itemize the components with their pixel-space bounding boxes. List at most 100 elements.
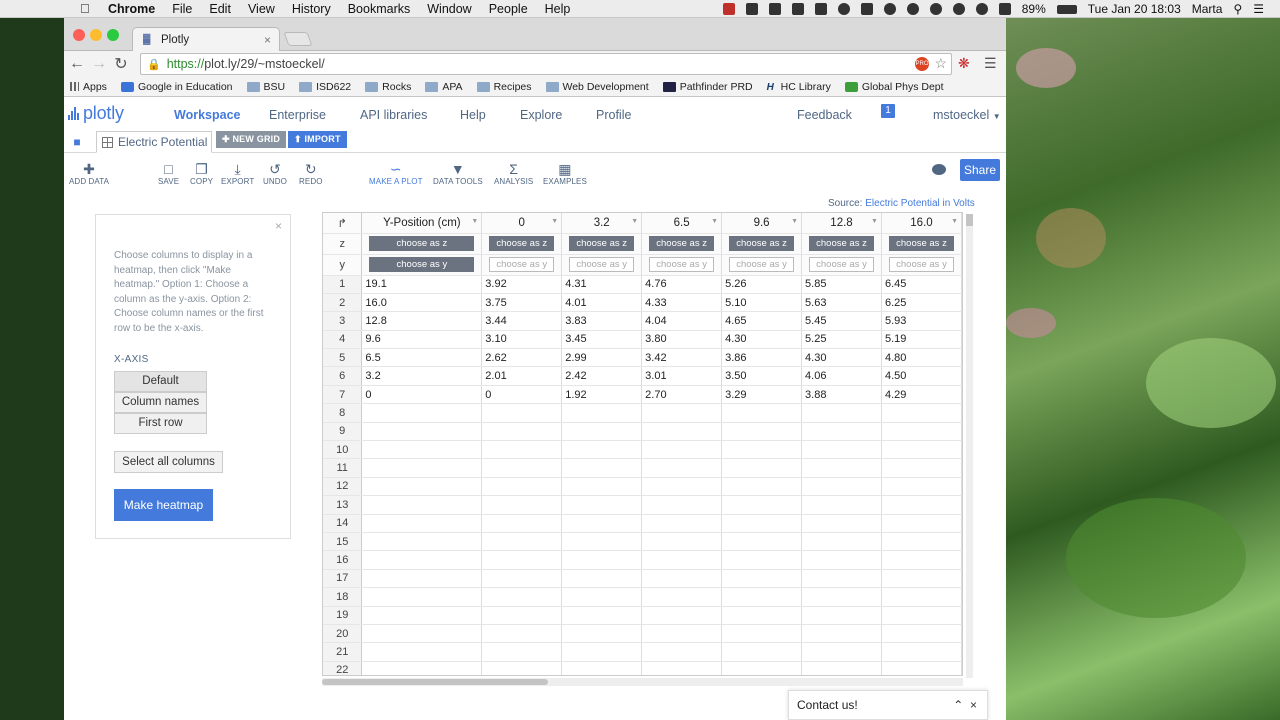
grid-cell[interactable] xyxy=(721,532,803,552)
column-dropdown-icon[interactable]: ▼ xyxy=(631,218,638,225)
grid-cell[interactable] xyxy=(481,403,563,423)
row-number[interactable]: 12 xyxy=(323,477,363,497)
redo-button[interactable]: ↻ REDO xyxy=(299,161,323,186)
choose-as-y-button[interactable]: choose as y xyxy=(649,257,715,272)
grid-cell[interactable] xyxy=(481,624,563,644)
grid-cell[interactable]: 4.31 xyxy=(561,275,643,294)
grid-cell[interactable] xyxy=(361,422,483,442)
grid-cell[interactable]: 12.8 xyxy=(361,311,483,331)
grid-icon[interactable] xyxy=(791,3,804,15)
row-number[interactable]: 1 xyxy=(323,275,363,294)
grid-cell[interactable] xyxy=(801,403,882,423)
grid-cell[interactable] xyxy=(721,587,803,607)
grid-cell[interactable] xyxy=(721,440,803,460)
grid-cell[interactable] xyxy=(361,495,483,515)
column-dropdown-icon[interactable]: ▼ xyxy=(711,218,718,225)
grid-cell[interactable] xyxy=(481,422,563,442)
grid-cell[interactable] xyxy=(881,440,962,460)
grid-cell[interactable] xyxy=(881,532,962,552)
grid-cell[interactable]: 5.85 xyxy=(801,275,882,294)
grid-cell[interactable]: 5.25 xyxy=(801,330,882,350)
grid-cell[interactable]: 5.26 xyxy=(721,275,803,294)
grid-cell[interactable] xyxy=(561,587,643,607)
evernote-icon[interactable] xyxy=(883,3,896,15)
grid-cell[interactable] xyxy=(721,477,803,497)
menu-bookmarks[interactable]: Bookmarks xyxy=(348,2,411,16)
data-tools-button[interactable]: ▼ DATA TOOLS xyxy=(433,161,483,186)
grid-cell[interactable] xyxy=(801,624,882,644)
grid-cell[interactable] xyxy=(881,661,962,675)
battery-icon[interactable] xyxy=(1056,4,1077,14)
import-button[interactable]: ⬆ IMPORT xyxy=(288,131,347,148)
xaxis-option-column-names[interactable]: Column names xyxy=(114,392,207,413)
grid-cell[interactable] xyxy=(881,550,962,570)
grid-cell[interactable] xyxy=(561,458,643,478)
copy-button[interactable]: ❐ COPY xyxy=(190,161,213,186)
grid-cell[interactable] xyxy=(801,477,882,497)
bookmark-star-icon[interactable]: ☆ xyxy=(934,55,947,72)
grid-cell[interactable] xyxy=(361,642,483,662)
column-dropdown-icon[interactable]: ▼ xyxy=(551,218,558,225)
grid-cell[interactable]: 4.50 xyxy=(881,366,962,386)
grid-cell[interactable] xyxy=(361,477,483,497)
choose-as-y-button[interactable]: choose as y xyxy=(888,257,954,272)
add-data-button[interactable]: ✚ ADD DATA xyxy=(69,161,109,186)
grid-cell[interactable] xyxy=(721,550,803,570)
grid-cell[interactable] xyxy=(721,514,803,533)
column-dropdown-icon[interactable]: ▼ xyxy=(871,218,878,225)
grid-cell[interactable] xyxy=(481,440,563,460)
grid-cell[interactable] xyxy=(561,495,643,515)
choose-as-z-button[interactable]: choose as z xyxy=(888,236,954,251)
column-header[interactable]: 12.8 ▼ xyxy=(801,213,882,234)
column-header[interactable]: 16.0 ▼ xyxy=(881,213,962,234)
battery-percent[interactable]: 89% xyxy=(1022,2,1046,16)
grid-cell[interactable] xyxy=(641,458,723,478)
choose-as-z-button[interactable]: choose as z xyxy=(369,236,475,251)
grid-cell[interactable] xyxy=(561,477,643,497)
grid-cell[interactable] xyxy=(561,532,643,552)
grid-cell[interactable]: 5.45 xyxy=(801,311,882,331)
bookmark-google-education[interactable]: Google in Education xyxy=(120,81,233,93)
grid-cell[interactable] xyxy=(641,624,723,644)
grid-cell[interactable] xyxy=(721,569,803,589)
pro-extension-icon[interactable]: PRO xyxy=(915,57,929,71)
grid-cell[interactable] xyxy=(641,403,723,423)
row-number[interactable]: 11 xyxy=(323,458,363,478)
choose-as-z-button[interactable]: choose as z xyxy=(569,236,635,251)
make-a-plot-button[interactable]: ∽ MAKE A PLOT xyxy=(369,161,423,186)
grid-cell[interactable] xyxy=(561,661,643,675)
grid-cell[interactable] xyxy=(801,661,882,675)
export-button[interactable]: ⤓ EXPORT xyxy=(221,161,254,186)
grid-cell[interactable] xyxy=(481,458,563,478)
share-button[interactable]: Share xyxy=(960,159,1000,181)
grid-cell[interactable] xyxy=(721,661,803,675)
grid-cell[interactable] xyxy=(561,550,643,570)
menu-help[interactable]: Help xyxy=(545,2,571,16)
grid-cell[interactable] xyxy=(481,661,563,675)
bookmark-hc-library[interactable]: H HC Library xyxy=(767,81,831,93)
choose-as-y-button[interactable]: choose as y xyxy=(369,257,475,272)
address-bar[interactable]: 🔒 https:// plot.ly/29/~mstoeckel/ PRO ☆ xyxy=(140,53,952,75)
record-icon[interactable] xyxy=(722,3,735,15)
grid-cell[interactable] xyxy=(641,569,723,589)
grid-cell[interactable] xyxy=(801,514,882,533)
bookmark-global-phys[interactable]: Global Phys Dept xyxy=(844,81,944,93)
grid-cell[interactable]: 6.25 xyxy=(881,293,962,313)
grid-cell[interactable]: 9.6 xyxy=(361,330,483,350)
chrome-menu-icon[interactable]: ☰ xyxy=(984,55,997,72)
grid-cell[interactable] xyxy=(481,606,563,625)
folder-icon[interactable]: ■ xyxy=(66,132,88,152)
grid-cell[interactable] xyxy=(361,440,483,460)
grid-cell[interactable]: 3.45 xyxy=(561,330,643,350)
grid-cell[interactable] xyxy=(561,569,643,589)
grid-cell[interactable]: 0 xyxy=(481,385,563,405)
bookmark-pathfinder[interactable]: Pathfinder PRD xyxy=(662,81,753,93)
grid-cell[interactable] xyxy=(561,514,643,533)
grid-cell[interactable] xyxy=(801,550,882,570)
menu-people[interactable]: People xyxy=(489,2,528,16)
grid-cell[interactable] xyxy=(561,606,643,625)
column-dropdown-icon[interactable]: ▼ xyxy=(471,218,478,225)
grid-cell[interactable]: 6.5 xyxy=(361,348,483,368)
grid-cell[interactable] xyxy=(881,624,962,644)
grid-cell[interactable]: 3.83 xyxy=(561,311,643,331)
